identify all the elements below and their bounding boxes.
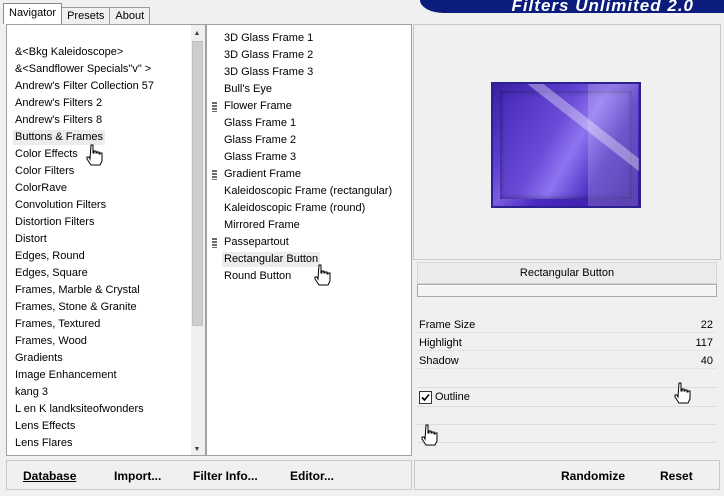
- filter-item[interactable]: Rectangular Button: [222, 252, 321, 267]
- filter-item[interactable]: 3D Glass Frame 1: [222, 31, 315, 46]
- preview-image: [491, 82, 641, 208]
- category-item[interactable]: Frames, Stone & Granite: [13, 300, 139, 315]
- divider: [417, 424, 717, 425]
- category-item[interactable]: Image Enhancement: [13, 368, 119, 383]
- divider: [417, 387, 717, 388]
- filter-list: 3D Glass Frame 1 3D Glass Frame 2 3D Glass…: [207, 28, 411, 454]
- category-item[interactable]: Andrew's Filters 2: [13, 96, 104, 111]
- category-item[interactable]: Frames, Marble & Crystal: [13, 283, 142, 298]
- scroll-up-icon[interactable]: ▲: [191, 27, 203, 39]
- param-label: Shadow: [419, 355, 459, 367]
- param-value: 22: [700, 319, 713, 331]
- param-value: 117: [695, 337, 713, 349]
- category-item[interactable]: ColorRave: [13, 181, 69, 196]
- bottom-toolbar-left: Database Import... Filter Info... Editor…: [6, 460, 412, 490]
- category-item[interactable]: Edges, Square: [13, 266, 90, 281]
- filter-item[interactable]: Glass Frame 2: [222, 133, 298, 148]
- category-item[interactable]: Convolution Filters: [13, 198, 108, 213]
- bottom-toolbar-right: Randomize Reset: [414, 460, 720, 490]
- filter-info-label: Filter Info...: [193, 469, 258, 483]
- filter-item[interactable]: Round Button: [222, 269, 293, 284]
- filter-info-button[interactable]: Filter Info...: [193, 467, 258, 485]
- param-highlight[interactable]: Highlight 117: [417, 335, 717, 353]
- category-list: &<Bkg Kaleidoscope> &<Sandflower Specials…: [13, 45, 191, 455]
- preview-sheen: [588, 84, 638, 206]
- param-frame-size[interactable]: Frame Size 22: [417, 317, 717, 335]
- database-button[interactable]: Database: [23, 467, 76, 485]
- striped-marker-icon: [212, 102, 217, 112]
- param-slider[interactable]: [417, 368, 717, 371]
- category-item[interactable]: Lens Effects: [13, 419, 77, 434]
- editor-button[interactable]: Editor...: [290, 467, 334, 485]
- randomize-button[interactable]: Randomize: [561, 467, 625, 485]
- app-banner: Filters Unlimited 2.0: [420, 0, 724, 13]
- param-label: Highlight: [419, 337, 462, 349]
- filter-item[interactable]: Mirrored Frame: [222, 218, 302, 233]
- category-item[interactable]: Edges, Round: [13, 249, 87, 264]
- database-label: Database: [23, 469, 77, 483]
- hand-pointer-icon: [421, 424, 438, 446]
- filter-item[interactable]: Kaleidoscopic Frame (round): [222, 201, 367, 216]
- filter-item[interactable]: 3D Glass Frame 3: [222, 65, 315, 80]
- tab-navigator[interactable]: Navigator: [3, 3, 63, 24]
- divider: [417, 406, 717, 407]
- tab-presets[interactable]: Presets: [61, 7, 111, 24]
- param-value: 40: [700, 355, 713, 367]
- randomize-label: Randomize: [561, 469, 626, 483]
- filter-item[interactable]: Bull's Eye: [222, 82, 274, 97]
- category-item[interactable]: Lens Flares: [13, 436, 74, 451]
- hand-pointer-icon: [674, 382, 691, 404]
- divider: [417, 442, 717, 443]
- filter-item[interactable]: Gradient Frame: [222, 167, 303, 182]
- hand-pointer-icon: [314, 264, 331, 286]
- category-item[interactable]: &<Bkg Kaleidoscope>: [13, 45, 125, 60]
- filter-item[interactable]: 3D Glass Frame 2: [222, 48, 315, 63]
- category-item[interactable]: Andrew's Filter Collection 57: [13, 79, 156, 94]
- category-item[interactable]: Frames, Wood: [13, 334, 89, 349]
- filter-panel: 3D Glass Frame 1 3D Glass Frame 2 3D Glass…: [206, 24, 412, 456]
- filter-item[interactable]: Flower Frame: [222, 99, 294, 114]
- striped-marker-icon: [212, 170, 217, 180]
- category-item[interactable]: Color Effects: [13, 147, 80, 162]
- category-item[interactable]: &<Sandflower Specials"v" >: [13, 62, 153, 77]
- striped-marker-icon: [212, 238, 217, 248]
- category-item[interactable]: Color Filters: [13, 164, 76, 179]
- filter-item[interactable]: Passepartout: [222, 235, 291, 250]
- param-label: Frame Size: [419, 319, 476, 331]
- tab-about[interactable]: About: [109, 7, 151, 24]
- category-item[interactable]: kang 3: [13, 385, 50, 400]
- category-item[interactable]: Distort: [13, 232, 49, 247]
- banner-title: Filters Unlimited 2.0: [511, 0, 694, 13]
- import-button[interactable]: Import...: [114, 467, 161, 485]
- filter-title-bar: Rectangular Button: [417, 262, 717, 284]
- hand-pointer-icon: [86, 144, 103, 166]
- reset-label: Reset: [660, 469, 693, 483]
- category-item[interactable]: L en K landksiteofwonders: [13, 402, 146, 417]
- tab-bar: Navigator Presets About: [3, 3, 151, 24]
- outline-checkbox-row[interactable]: Outline: [417, 389, 717, 405]
- reset-button[interactable]: Reset: [660, 467, 693, 485]
- category-item[interactable]: Gradients: [13, 351, 65, 366]
- checkmark-icon: [421, 393, 430, 402]
- scroll-down-icon[interactable]: ▼: [191, 443, 203, 455]
- category-panel: &<Bkg Kaleidoscope> &<Sandflower Specials…: [6, 24, 206, 456]
- filter-item[interactable]: Kaleidoscopic Frame (rectangular): [222, 184, 394, 199]
- import-label: Import...: [114, 469, 162, 483]
- filter-item[interactable]: Glass Frame 3: [222, 150, 298, 165]
- category-item[interactable]: Andrew's Filters 8: [13, 113, 104, 128]
- category-item[interactable]: Frames, Textured: [13, 317, 102, 332]
- category-item[interactable]: Buttons & Frames: [13, 130, 106, 145]
- progress-bar: [417, 284, 717, 297]
- filter-item[interactable]: Glass Frame 1: [222, 116, 298, 131]
- filter-title: Rectangular Button: [519, 267, 615, 279]
- category-scrollbar[interactable]: ▲ ▼: [191, 25, 205, 455]
- category-item[interactable]: Distortion Filters: [13, 215, 96, 230]
- outline-label: Outline: [435, 391, 470, 403]
- param-shadow[interactable]: Shadow 40: [417, 353, 717, 371]
- editor-label: Editor...: [290, 469, 335, 483]
- scroll-thumb[interactable]: [192, 41, 203, 326]
- outline-checkbox[interactable]: [419, 391, 432, 404]
